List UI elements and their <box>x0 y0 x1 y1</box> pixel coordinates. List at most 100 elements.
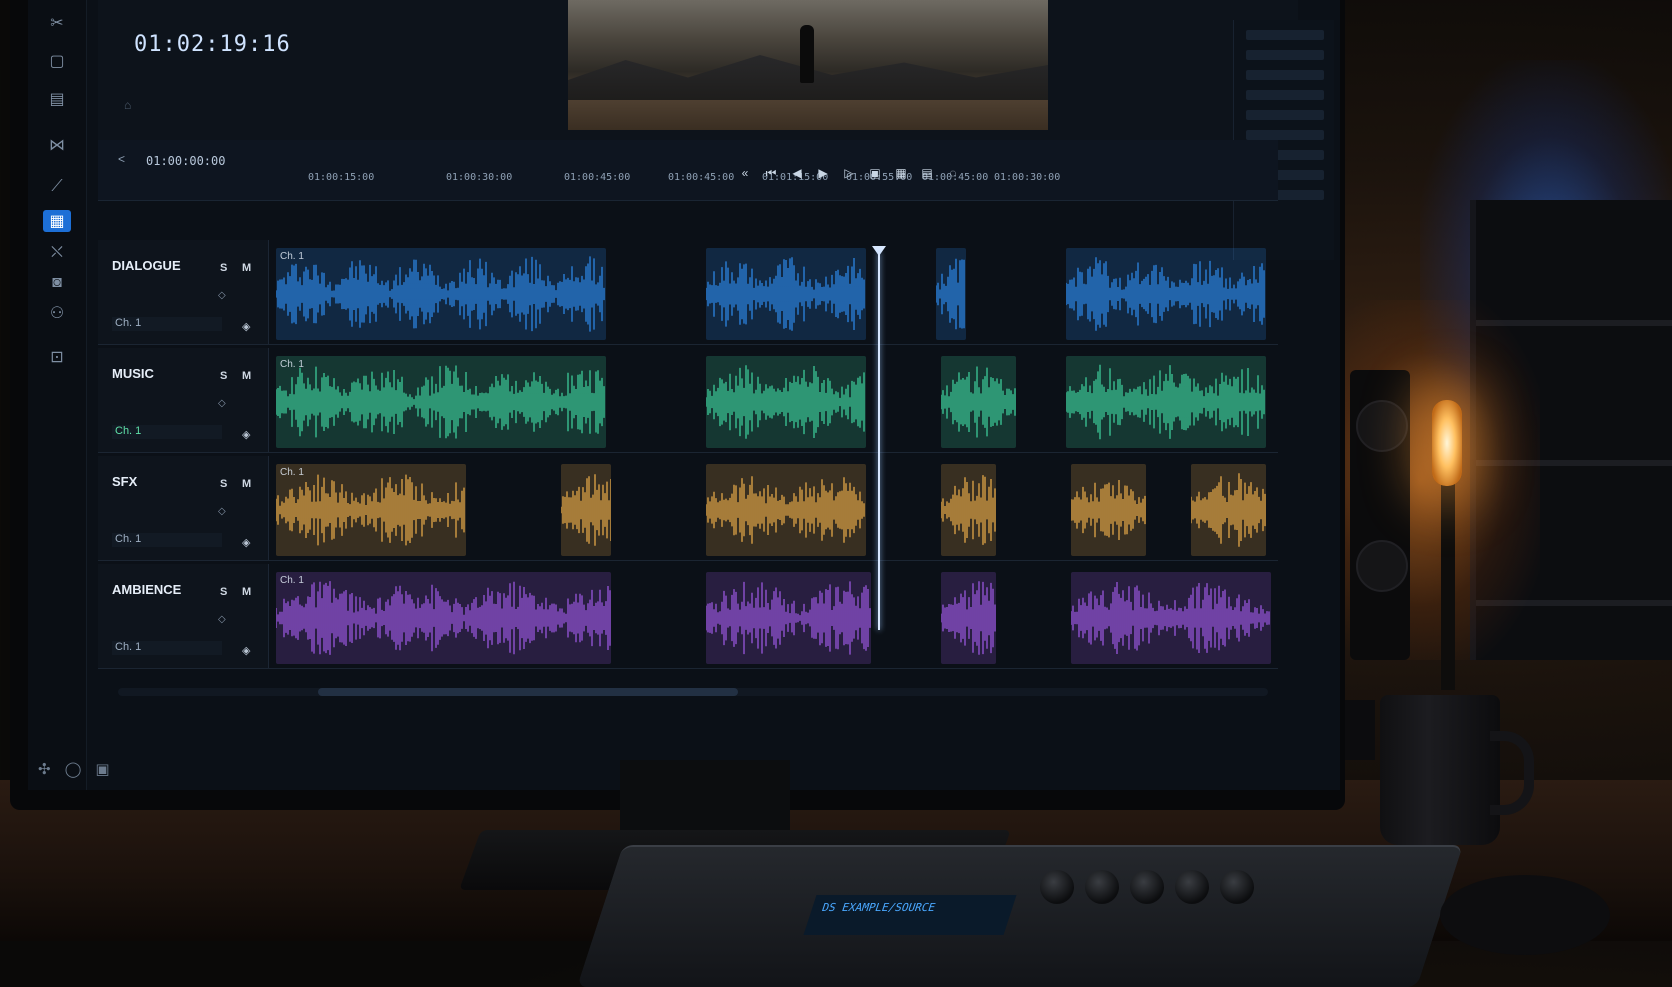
timeline-scrollbar[interactable] <box>118 688 1268 696</box>
audio-clip[interactable] <box>706 572 871 664</box>
audio-clip[interactable] <box>706 356 866 448</box>
audio-clip[interactable] <box>706 248 866 340</box>
inspector-row[interactable] <box>1246 50 1324 60</box>
automation-icon[interactable]: ◇ <box>218 398 226 409</box>
controller-knob[interactable] <box>1040 870 1074 904</box>
step-forward-icon[interactable]: ▷ <box>842 166 856 181</box>
waveform <box>941 366 1016 438</box>
automation-icon[interactable]: ◇ <box>218 506 226 517</box>
track-header[interactable]: MUSIC S M ◇ Ch. 1 ◈ <box>98 348 269 452</box>
audio-clip[interactable] <box>936 248 966 340</box>
audio-clip[interactable] <box>706 464 866 556</box>
deliver-icon[interactable]: ◙ <box>43 272 71 294</box>
channel-selector[interactable]: Ch. 1 <box>112 425 222 439</box>
edit-icon[interactable]: ▤ <box>43 88 71 110</box>
clip-icon[interactable]: ▤ <box>920 166 934 181</box>
waveform-path <box>1071 582 1270 654</box>
mute-button[interactable]: M <box>242 370 251 382</box>
automation-icon[interactable]: ◇ <box>218 290 226 301</box>
inspector-row[interactable] <box>1246 110 1324 120</box>
waveform <box>276 256 605 332</box>
export-icon[interactable]: ⊡ <box>43 346 71 368</box>
mixer-icon[interactable]: ⚇ <box>43 302 71 324</box>
rewind-icon[interactable]: « <box>738 166 752 181</box>
left-toolbar: ✂ ▢ ▤ ⋈ ⟋ ▦ ⛌ ◙ ⚇ ⊡ ✣ ◯ ▣ <box>28 0 110 790</box>
channel-selector[interactable]: Ch. 1 <box>112 533 222 547</box>
track-header[interactable]: SFX S M ◇ Ch. 1 ◈ <box>98 456 269 560</box>
color-icon[interactable]: ⟋ <box>43 176 71 198</box>
viewer-options-icon[interactable]: ⌂ <box>124 98 131 112</box>
controller-knob[interactable] <box>1085 870 1119 904</box>
step-back-icon[interactable]: ◀ <box>790 166 804 181</box>
record-icon[interactable]: ▦ <box>894 166 908 181</box>
loop-icon[interactable]: ◌ <box>946 166 960 181</box>
solo-button[interactable]: S <box>220 370 227 382</box>
settings-icon[interactable]: ✣ <box>38 760 51 778</box>
video-preview-frame[interactable] <box>568 0 1048 130</box>
track-lane[interactable]: Ch. 1 <box>276 464 1276 556</box>
waveform-path <box>706 257 865 331</box>
audio-clip[interactable] <box>1191 464 1266 556</box>
bottom-toolbar: ✣ ◯ ▣ <box>38 760 110 778</box>
keyframe-icon[interactable]: ◈ <box>242 536 250 549</box>
track-lane[interactable]: Ch. 1 <box>276 356 1276 448</box>
solo-button[interactable]: S <box>220 478 227 490</box>
audio-clip[interactable] <box>941 572 996 664</box>
mute-button[interactable]: M <box>242 586 251 598</box>
playhead[interactable] <box>878 252 880 630</box>
inspector-row[interactable] <box>1246 70 1324 80</box>
audio-clip[interactable] <box>1066 248 1266 340</box>
mute-button[interactable]: M <box>242 262 251 274</box>
controller-knob[interactable] <box>1130 870 1164 904</box>
inspector-row[interactable] <box>1246 30 1324 40</box>
waveform <box>1191 473 1266 547</box>
ruler-start-timecode: 01:00:00:00 <box>146 154 226 168</box>
skip-back-icon[interactable]: ⏮ <box>764 166 778 181</box>
audio-clip[interactable]: Ch. 1 <box>276 464 466 556</box>
automation-icon[interactable]: ◇ <box>218 614 226 625</box>
audio-clip[interactable] <box>941 464 996 556</box>
audio-clip[interactable] <box>1071 572 1271 664</box>
mute-button[interactable]: M <box>242 478 251 490</box>
audio-clip[interactable] <box>561 464 611 556</box>
fairlight-icon[interactable]: ▦ <box>43 210 71 232</box>
play-icon[interactable]: ▶ <box>816 166 830 181</box>
track-header[interactable]: DIALOGUE S M ◇ Ch. 1 ◈ <box>98 240 269 344</box>
controller-knob[interactable] <box>1220 870 1254 904</box>
keyframe-icon[interactable]: ◈ <box>242 428 250 441</box>
audio-clip[interactable]: Ch. 1 <box>276 356 606 448</box>
solo-button[interactable]: S <box>220 586 227 598</box>
tools-icon[interactable]: ✂ <box>43 12 71 34</box>
channel-selector[interactable]: Ch. 1 <box>112 317 222 331</box>
audio-clip[interactable]: Ch. 1 <box>276 572 611 664</box>
fusion-icon[interactable]: ⋈ <box>43 134 71 156</box>
waveform <box>706 257 865 331</box>
keyframe-icon[interactable]: ◈ <box>242 320 250 333</box>
marker-icon[interactable]: ▣ <box>868 166 882 181</box>
track-name: DIALOGUE <box>112 258 181 273</box>
waveform <box>706 365 865 439</box>
waveform <box>706 476 865 544</box>
audio-clip[interactable]: Ch. 1 <box>276 248 606 340</box>
track-lane[interactable]: Ch. 1 <box>276 248 1276 340</box>
monitor-icon[interactable]: ▣ <box>95 760 109 778</box>
audio-clip[interactable] <box>941 356 1016 448</box>
solo-button[interactable]: S <box>220 262 227 274</box>
media-icon[interactable]: ▢ <box>43 50 71 72</box>
keyframe-icon[interactable]: ◈ <box>242 644 250 657</box>
inspector-row[interactable] <box>1246 90 1324 100</box>
user-icon[interactable]: ⛌ <box>43 242 71 264</box>
channel-selector[interactable]: Ch. 1 <box>112 641 222 655</box>
track-lane[interactable]: Ch. 1 <box>276 572 1276 664</box>
mixing-controller <box>576 845 1464 987</box>
audio-clip[interactable] <box>1066 356 1266 448</box>
timeline-ruler[interactable]: < 01:00:00:00 01:00:15:00 01:00:30:00 01… <box>98 140 1278 201</box>
circle-icon[interactable]: ◯ <box>65 760 82 778</box>
collapse-icon[interactable]: < <box>118 152 125 166</box>
inspector-row[interactable] <box>1246 130 1324 140</box>
track-header[interactable]: AMBIENCE S M ◇ Ch. 1 ◈ <box>98 564 269 668</box>
audio-clip[interactable] <box>1071 464 1146 556</box>
controller-knob[interactable] <box>1175 870 1209 904</box>
scrollbar-thumb[interactable] <box>318 688 738 696</box>
lamp-stem <box>1441 470 1455 690</box>
